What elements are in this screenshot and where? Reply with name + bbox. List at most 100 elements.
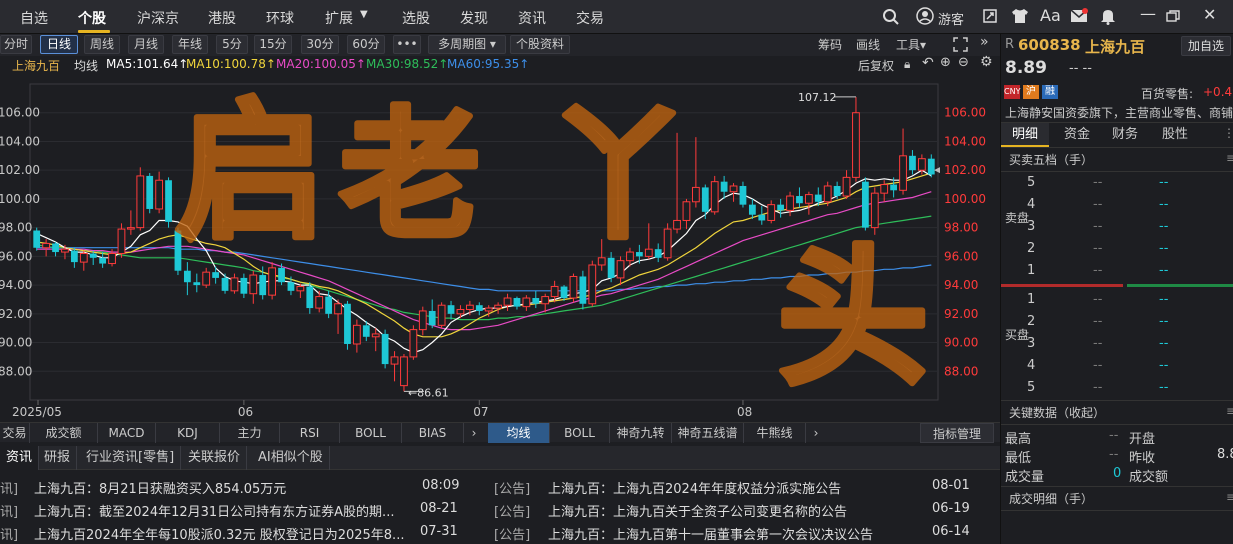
ma-mode-label[interactable]: 均线 [74, 57, 98, 74]
period-yuexian[interactable]: 月线 [128, 35, 164, 54]
user-name[interactable]: 游客 [938, 9, 964, 28]
key-label: 昨收 [1129, 451, 1156, 466]
period-rixian[interactable]: 日线 [40, 35, 78, 54]
news-headline[interactable]: 上海九百：截至2024年12月31日公司持有东方证券A股的期... [34, 501, 394, 520]
settings-icon[interactable]: ⚙ [980, 54, 993, 70]
tab-funds[interactable]: 资金 [1053, 123, 1101, 147]
tools-button[interactable]: 工具▾ [896, 36, 926, 53]
key-value: -- [1109, 428, 1119, 443]
nav-jiaoyi[interactable]: 交易 [576, 8, 604, 28]
more-periods-button[interactable]: ••• [393, 35, 421, 54]
menu-icon[interactable]: ≡ [1226, 490, 1233, 504]
tab-shenqi-5[interactable]: 神奇五线谱 [672, 423, 744, 443]
mail-icon[interactable] [1070, 8, 1088, 24]
news-headline[interactable]: 上海九百：8月21日获融资买入854.05万元 [34, 478, 286, 497]
tab-turnover[interactable]: 成交额 [30, 423, 98, 443]
tab-bias[interactable]: BIAS [402, 423, 464, 443]
candle-body [249, 274, 258, 295]
multi-period-button[interactable]: 多周期图 ▾ [428, 35, 506, 54]
indicator-manage-button[interactable]: 指标管理 [920, 423, 994, 443]
skin-icon[interactable] [1011, 8, 1029, 24]
chips-button[interactable]: 筹码 [818, 36, 842, 53]
undo-icon[interactable]: ↶ [922, 55, 934, 71]
nav-faxian[interactable]: 发现 [460, 8, 488, 28]
notice-headline[interactable]: 上海九百：上海九百2024年年度权益分派实施公告 [548, 478, 841, 497]
nav-huanqiu[interactable]: 环球 [266, 8, 294, 28]
nav-zixuan[interactable]: 自选 [20, 8, 48, 28]
minimize-icon[interactable]: — [1140, 4, 1156, 23]
candle-body [390, 356, 399, 365]
period-nianxian[interactable]: 年线 [172, 35, 208, 54]
tab-volume[interactable]: 交易量 [0, 423, 30, 460]
chevron-right-icon[interactable]: › [806, 423, 826, 443]
tab-industry-news[interactable]: 行业资讯[零售] [80, 446, 182, 470]
candle-body [484, 307, 493, 312]
menu-icon[interactable]: ≡ [1226, 404, 1233, 418]
tab-shenqi-9[interactable]: 神奇九转 [610, 423, 672, 443]
y-tick-label-left: 102.00 [0, 163, 40, 177]
menu-icon[interactable]: ≡ [1226, 151, 1233, 165]
industry-label[interactable]: 百货零售: [1141, 85, 1193, 102]
collapse-panel-icon[interactable]: » [980, 34, 989, 50]
fullscreen-icon[interactable] [953, 37, 968, 52]
x-tick-label: 2025/05 [12, 405, 62, 419]
tab-bull-bear[interactable]: 牛熊线 [744, 423, 806, 443]
nav-xuangu[interactable]: 选股 [402, 8, 430, 28]
period-5min[interactable]: 5分 [216, 35, 248, 54]
tab-news[interactable]: 资讯 [0, 446, 40, 470]
lock-icon[interactable]: 🔒︎ [904, 57, 910, 72]
tab-related-quotes[interactable]: 关联报价 [182, 446, 248, 470]
add-watchlist-button[interactable]: 加自选 [1181, 36, 1231, 56]
tab-kdj[interactable]: KDJ [156, 423, 220, 443]
candle [870, 187, 879, 235]
period-60min[interactable]: 60分 [347, 35, 385, 54]
y-tick-label-left: 92.00 [0, 307, 32, 321]
tab-boll-main[interactable]: BOLL [550, 423, 610, 443]
screenshot-icon[interactable] [982, 8, 998, 24]
period-zhouxian[interactable]: 周线 [84, 35, 120, 54]
draw-line-button[interactable]: 画线 [856, 36, 880, 53]
tab-character[interactable]: 股性 [1151, 123, 1199, 147]
tab-zhuli[interactable]: 主力 [220, 423, 280, 443]
zoom-in-icon[interactable]: ⊕ [940, 55, 951, 70]
candle-body [833, 185, 841, 197]
close-icon[interactable]: ✕ [1203, 5, 1216, 24]
nav-ganggu[interactable]: 港股 [208, 8, 236, 28]
period-fenshi[interactable]: 分时 [0, 35, 32, 54]
kline-chart[interactable]: 88.00 90.00 92.00 94.00 96.00 98.00 100.00 102.… [0, 74, 1000, 422]
buy-price: -- [1093, 292, 1103, 307]
nav-hushenjing[interactable]: 沪深京 [137, 8, 179, 28]
tab-macd[interactable]: MACD [98, 423, 156, 443]
bell-icon[interactable] [1100, 7, 1116, 25]
nav-kuozhan[interactable]: 扩展 [325, 8, 353, 28]
tab-detail[interactable]: 明细 [1001, 123, 1049, 147]
tab-more-icon[interactable]: ⋮ [1223, 126, 1233, 140]
restore-icon[interactable] [1166, 10, 1180, 22]
period-30min[interactable]: 30分 [301, 35, 339, 54]
candle-body [259, 275, 267, 296]
tab-ai-similar[interactable]: AI相似个股 [252, 446, 330, 470]
keydata-title[interactable]: 关键数据（收起） [1009, 404, 1105, 421]
stock-profile-button[interactable]: 个股资料 [510, 35, 570, 54]
search-icon[interactable] [882, 8, 900, 26]
tab-rsi[interactable]: RSI [280, 423, 340, 443]
period-toolbar: 分时 日线 周线 月线 年线 5分 15分 30分 60分 ••• 多周期图 ▾… [0, 34, 1000, 56]
nav-gegu[interactable]: 个股 [78, 8, 106, 28]
news-headline[interactable]: 上海九百2024年全年每10股派0.32元 股权登记日为2025年8... [34, 524, 404, 543]
tab-finance[interactable]: 财务 [1101, 123, 1149, 147]
chevron-right-icon[interactable]: › [464, 423, 484, 443]
nav-zixun[interactable]: 资讯 [518, 8, 546, 28]
chevron-down-icon[interactable]: ▼ [360, 9, 368, 20]
adjust-mode-button[interactable]: 后复权 [858, 57, 894, 74]
tab-research[interactable]: 研报 [38, 446, 78, 470]
font-size-icon[interactable]: Aa [1040, 6, 1061, 25]
notice-headline[interactable]: 上海九百：上海九百关于全资子公司变更名称的公告 [548, 501, 847, 520]
period-15min[interactable]: 15分 [254, 35, 292, 54]
tab-ma-main[interactable]: 均线 [488, 423, 550, 443]
notice-headline[interactable]: 上海九百：上海九百第十一届董事会第一次会议决议公告 [548, 524, 873, 543]
user-icon[interactable] [916, 7, 934, 25]
tab-boll[interactable]: BOLL [340, 423, 402, 443]
zoom-out-icon[interactable]: ⊖ [958, 55, 969, 70]
candle [579, 270, 587, 310]
ma5-value: MA5:101.64↑ [106, 57, 189, 71]
